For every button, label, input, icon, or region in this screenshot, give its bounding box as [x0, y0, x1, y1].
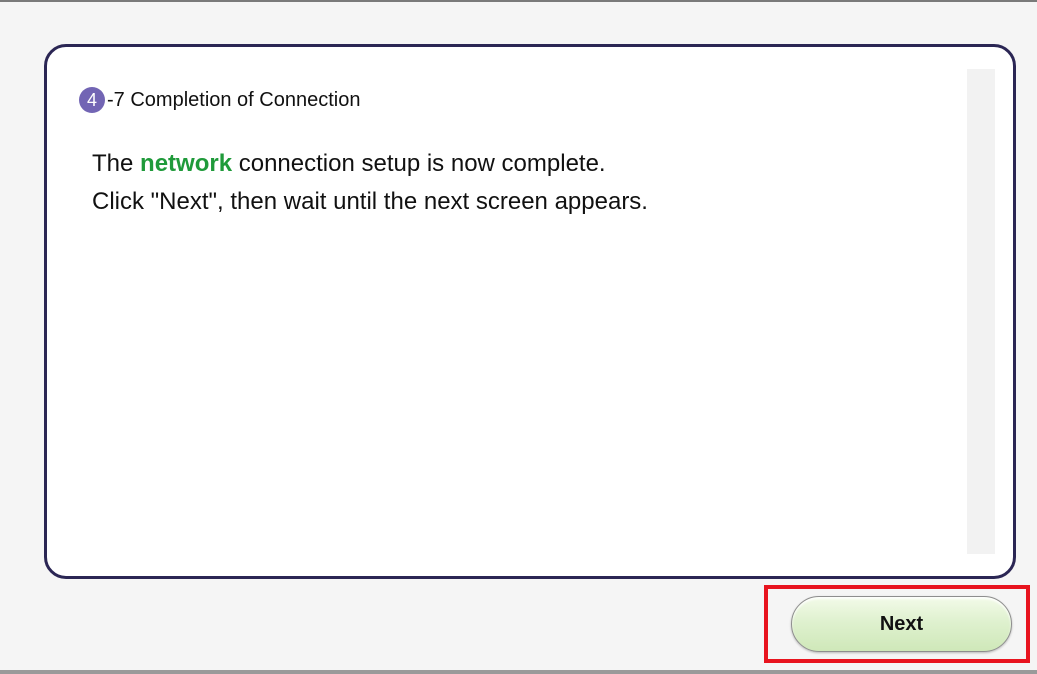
next-button[interactable]: Next	[791, 596, 1012, 652]
message-line-1: The network connection setup is now comp…	[92, 145, 648, 183]
instruction-message: The network connection setup is now comp…	[92, 145, 648, 221]
message-line-1-end: connection setup is now complete.	[232, 150, 606, 177]
scrollbar-track[interactable]	[967, 69, 995, 554]
setup-window: 4 -7 Completion of Connection The networ…	[0, 0, 1037, 674]
window-bottom-edge	[0, 670, 1037, 674]
message-line-2: Click "Next", then wait until the next s…	[92, 188, 648, 215]
message-line-1-start: The	[92, 150, 141, 177]
content-panel: 4 -7 Completion of Connection The networ…	[44, 44, 1016, 579]
step-header: 4 -7 Completion of Connection	[79, 87, 360, 113]
step-number-badge: 4	[79, 87, 105, 113]
step-title: -7 Completion of Connection	[107, 88, 361, 111]
network-keyword: network	[140, 150, 233, 177]
